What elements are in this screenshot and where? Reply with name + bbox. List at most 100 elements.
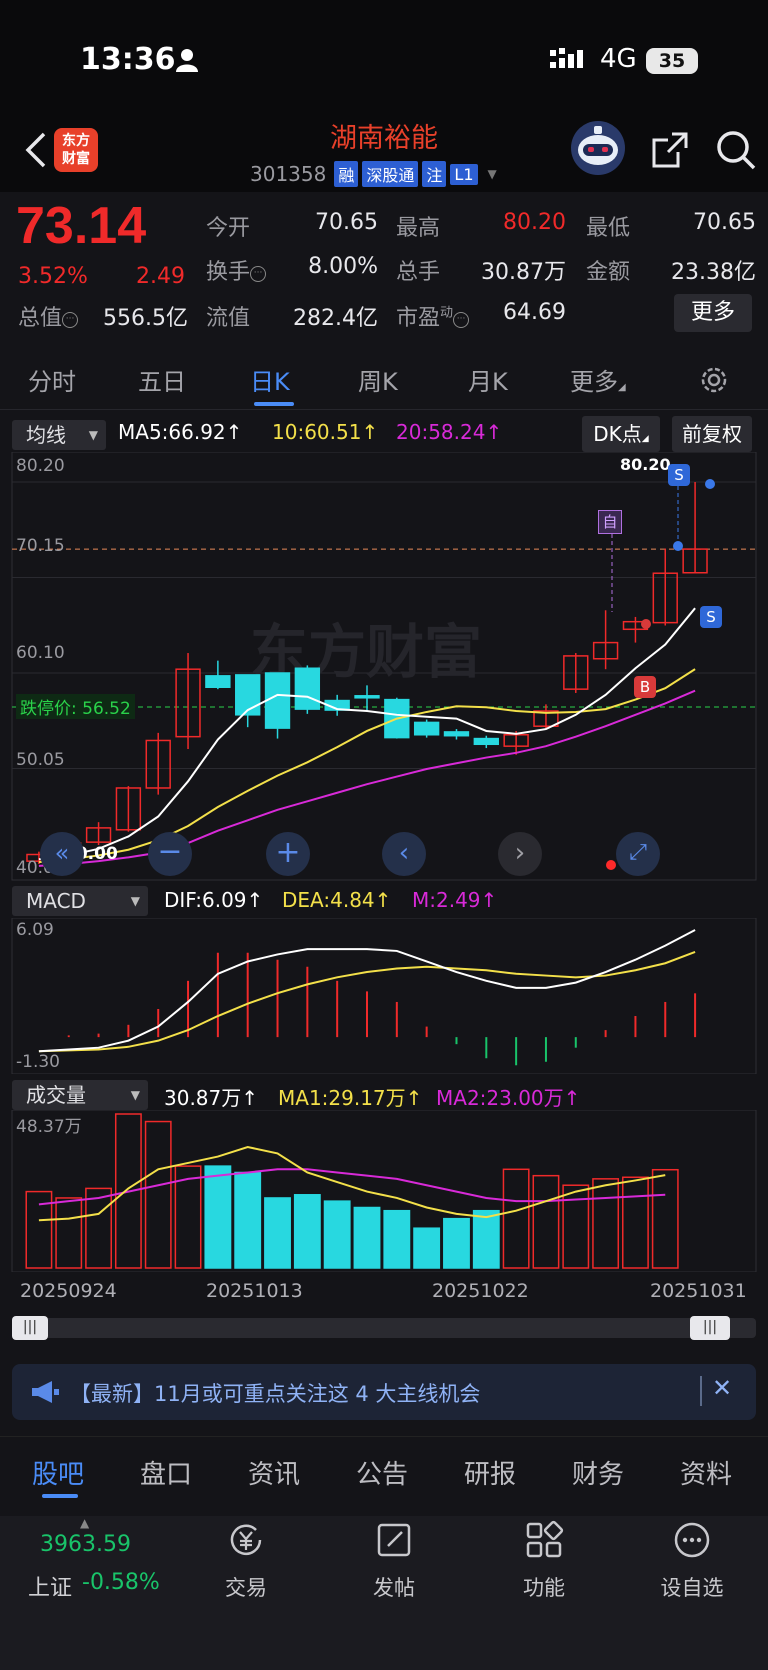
index-value[interactable]: 3963.59 [40,1532,131,1557]
nav-trade[interactable]: 交易 [196,1520,296,1602]
change-amount: 2.49 [136,264,185,289]
tab-profile[interactable]: 资料 [680,1454,732,1491]
high-marker: 80.20 [620,455,671,474]
value-open: 70.65 [315,210,378,235]
index-change[interactable]: -0.58% [82,1570,160,1595]
info-icon[interactable]: ··· [250,266,267,282]
signal-buy[interactable]: B [634,676,656,698]
edit-icon [377,1523,411,1557]
macd-chart[interactable] [0,918,768,1074]
candle-body [413,721,440,736]
tab-announcements[interactable]: 公告 [356,1454,408,1491]
info-icon[interactable]: ··· [62,312,79,328]
ma20-label: 20:58.24↑ [396,420,503,444]
info-icon[interactable]: ··· [453,312,470,328]
tab-daily-k[interactable]: 日K [250,362,290,397]
tab-forum[interactable]: 股吧 [32,1454,84,1491]
tab-news[interactable]: 资讯 [248,1454,300,1491]
more-button[interactable]: 更多 [674,294,752,332]
volume-select[interactable]: 成交量 ▼ [12,1080,148,1110]
double-left-icon[interactable]: « [40,832,84,876]
volume-bar [85,1187,112,1269]
tab-intraday[interactable]: 分时 [28,362,76,397]
nav-watchlist[interactable]: 设自选 [642,1520,742,1602]
tag-level1: L1 [450,163,478,185]
yen-circle-icon [230,1524,262,1556]
tab-weekly-k[interactable]: 周K [358,362,398,397]
signal-b-dot [641,619,651,629]
value-amount: 23.38亿 [671,260,756,285]
macd-select[interactable]: MACD ▼ [12,886,148,916]
chevron-left-icon[interactable]: ‹ [382,832,426,876]
label-float-cap: 流值 [206,306,251,331]
adjust-button[interactable]: 前复权 [672,416,752,452]
tab-research[interactable]: 研报 [464,1454,516,1491]
date-label-1: 20250924 [20,1280,117,1302]
zoom-in-button[interactable]: + [266,832,310,876]
tag-connect: 深股通 [362,161,419,187]
signal-sell-top[interactable]: S [668,464,690,486]
vol-ma1-line [38,1145,666,1222]
candle-body [473,737,499,746]
ma5-label: MA5:66.92↑ [118,420,243,444]
value-low: 70.65 [693,210,756,235]
label-pe: 市盈动 ··· [396,300,470,332]
signal-sell[interactable]: S [700,606,722,628]
value-float-cap: 282.4亿 [293,306,378,331]
candle-body [354,695,380,699]
volume-bar [204,1165,232,1269]
tab-more[interactable]: 更多◢ [570,362,626,397]
macd-frame [11,918,757,1074]
label-open: 今开 [206,216,251,241]
chevron-down-icon: ▼ [130,1088,140,1102]
tab-financials[interactable]: 财务 [572,1454,624,1491]
value-pe: 64.69 [503,300,566,325]
volume-bar [234,1171,262,1269]
megaphone-icon [32,1381,59,1403]
dif-label: DIF:6.09↑ [164,888,264,912]
nav-functions[interactable]: 功能 [494,1520,594,1602]
volume-bar [443,1217,470,1269]
news-text[interactable]: 【最新】11月或可重点关注这 4 大主线机会 [70,1378,480,1408]
fullscreen-icon[interactable]: ⤢ [616,832,660,876]
robot-assistant-icon[interactable] [570,120,626,176]
value-turnover: 8.00% [308,254,378,279]
signal-zi[interactable]: 自 [598,510,622,534]
stock-code-row[interactable]: 301358 融 深股通 注 L1 ▼ [250,160,497,188]
dea-label: DEA:4.84↑ [282,888,392,912]
macd-m-label: M:2.49↑ [412,888,498,912]
volume-chart[interactable] [0,1110,768,1272]
close-icon[interactable]: ✕ [712,1374,732,1402]
date-label-4: 20251031 [650,1280,747,1302]
volume-axis-top: 48.37万 [16,1117,82,1137]
tab-monthly-k[interactable]: 月K [468,362,508,397]
caret-icon: ◢ [618,382,626,393]
change-percent: 3.52% [18,264,88,289]
search-icon[interactable] [714,128,758,172]
volume-bar [323,1200,351,1269]
candle-body [294,667,321,710]
nav-post[interactable]: 发帖 [344,1520,444,1602]
candle-body [235,674,261,716]
date-label-3: 20251022 [432,1280,529,1302]
label-low: 最低 [586,216,631,241]
tab-five-day[interactable]: 五日 [138,362,186,397]
value-high: 80.20 [503,210,566,235]
settings-gear-icon[interactable] [698,364,730,396]
volume-bar [353,1206,381,1269]
indicator-select[interactable]: 均线 ▼ [12,420,106,450]
index-name[interactable]: 上证 [28,1570,72,1602]
label-total-cap: 总值 ··· [18,300,79,332]
dk-point-button[interactable]: DK点◢ [582,416,660,452]
notification-dot [606,860,616,870]
volume-bar [383,1209,411,1269]
active-tab-indicator [254,402,294,406]
zoom-out-button[interactable]: − [148,832,192,876]
kline-chart[interactable]: 东方财富 [0,452,768,882]
scroll-handle-right[interactable]: ||| [690,1316,730,1340]
tab-orderbook[interactable]: 盘口 [140,1454,192,1491]
share-icon[interactable] [650,130,690,170]
range-scrollbar[interactable] [12,1318,756,1338]
chevron-right-icon[interactable]: › [498,832,542,876]
scroll-handle-left[interactable]: ||| [12,1316,48,1340]
